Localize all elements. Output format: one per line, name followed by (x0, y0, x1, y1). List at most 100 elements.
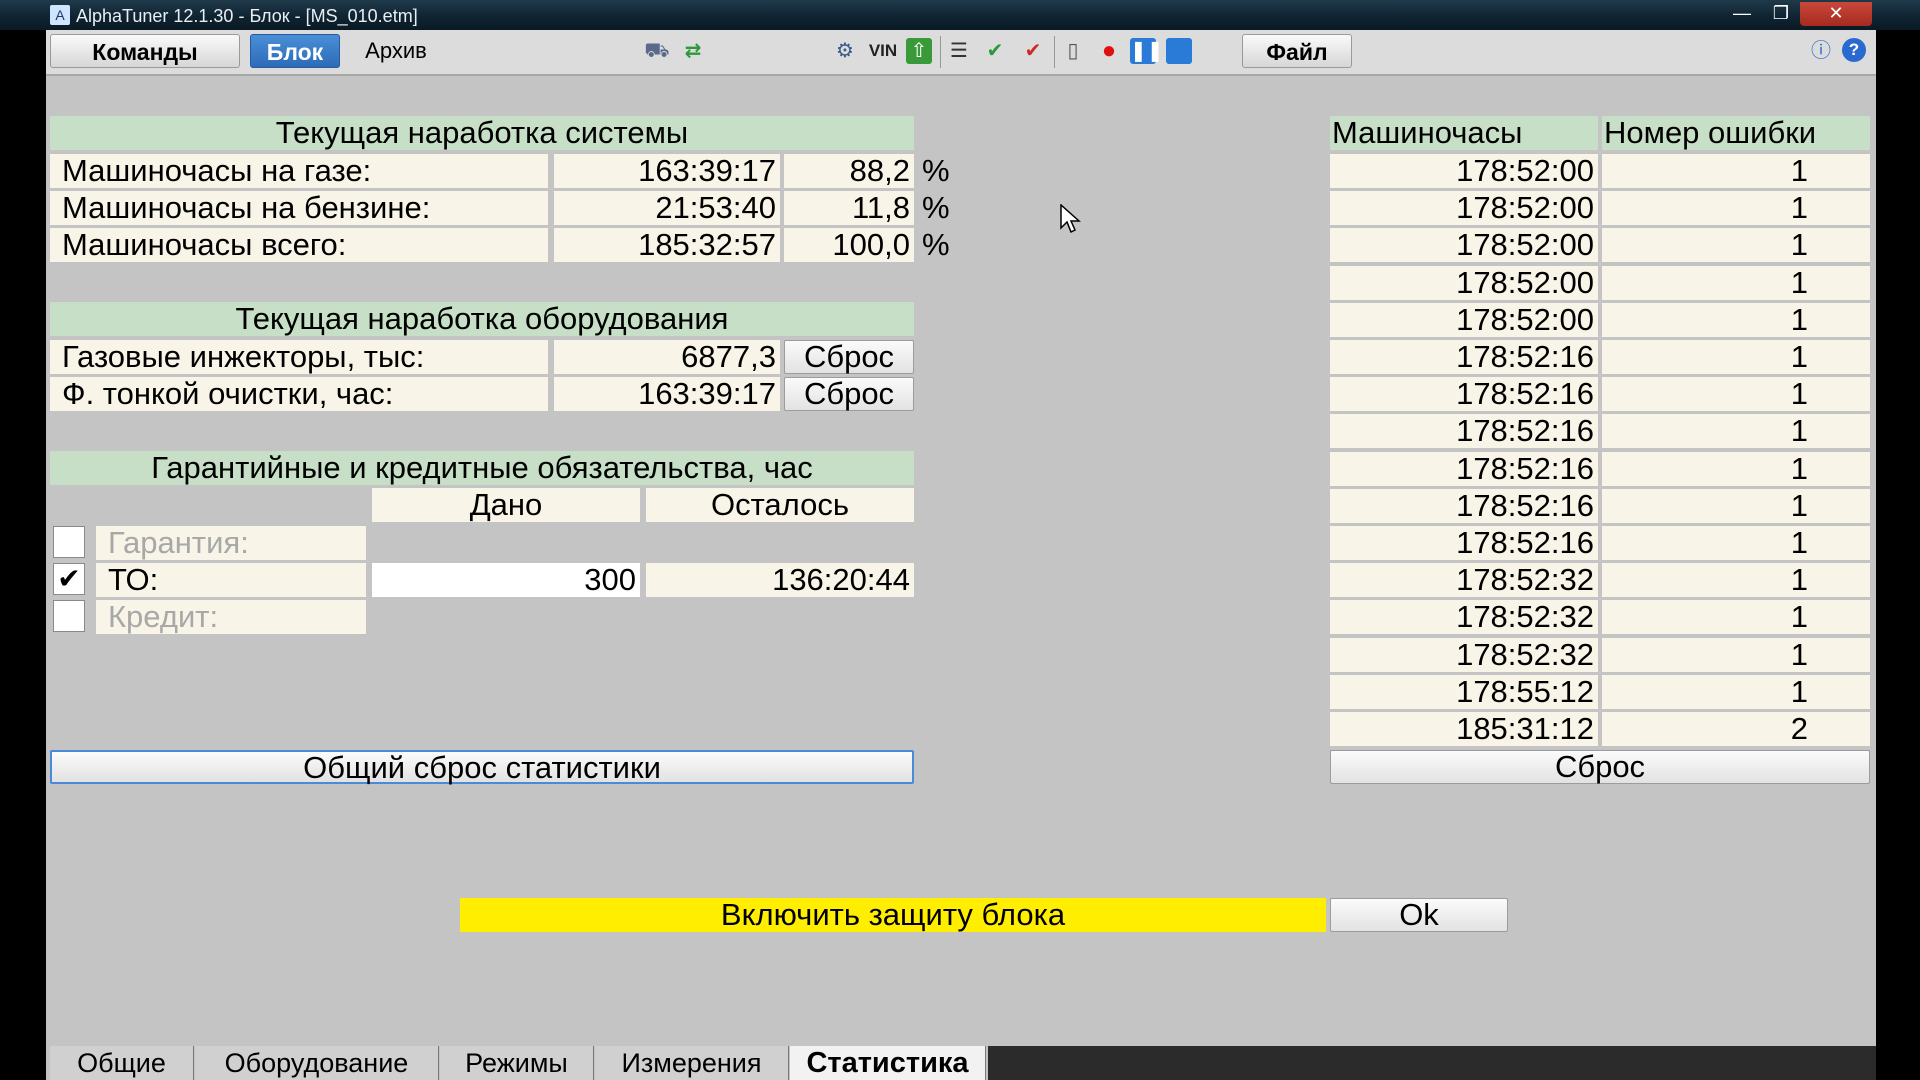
error-code-cell: 1 (1602, 265, 1870, 300)
system-row-value: 21:53:40 (554, 191, 780, 225)
error-hours-cell: 178:52:32 (1330, 637, 1598, 672)
swap-arrows-icon[interactable]: ⇄ (680, 38, 706, 64)
tab-bar-fill (988, 1046, 1876, 1080)
tab-measurements[interactable]: Измерения (595, 1046, 789, 1080)
system-row-label: Машиночасы всего: (50, 228, 548, 262)
error-code-cell: 1 (1602, 526, 1870, 560)
new-document-icon[interactable]: ▯ (1060, 38, 1086, 64)
percent-unit: % (922, 190, 950, 225)
check-icon[interactable]: ✔ (982, 38, 1008, 64)
commands-button[interactable]: Команды (50, 34, 240, 68)
ok-button[interactable]: Ok (1330, 898, 1508, 932)
window-frame-right (1876, 30, 1920, 1080)
system-row-label: Машиночасы на бензине: (50, 191, 548, 225)
minimize-button[interactable]: — (1722, 2, 1762, 26)
toolbar-separator (1054, 36, 1055, 68)
sort-list-icon[interactable]: ☰ (946, 38, 972, 64)
tab-general[interactable]: Общие (50, 1046, 194, 1080)
equipment-row-value: 6877,3 (554, 340, 780, 374)
error-code-cell: 2 (1602, 712, 1870, 746)
error-code-cell: 1 (1602, 228, 1870, 263)
error-hours-cell: 185:31:12 (1330, 712, 1598, 746)
equipment-row-value: 163:39:17 (554, 377, 780, 411)
error-code-cell: 1 (1602, 302, 1870, 337)
credit-checkbox[interactable] (53, 600, 85, 632)
system-row-value: 185:32:57 (554, 228, 780, 262)
error-hours-cell: 178:52:32 (1330, 563, 1598, 598)
bottom-tab-bar: Общие Оборудование Режимы Измерения Стат… (46, 1046, 1876, 1080)
toolbar: Команды Блок Архив ⛟ ⇄ ⚙ VIN ⇧ ☰ ✔ ✔ ▯ ●… (46, 30, 1876, 76)
hours-column-header: Машиночасы (1330, 116, 1598, 150)
file-button[interactable]: Файл (1242, 34, 1352, 68)
error-hours-cell: 178:52:00 (1330, 265, 1598, 300)
error-code-cell: 1 (1602, 414, 1870, 449)
given-column-header: Дано (372, 488, 640, 522)
info-icon[interactable]: ⓘ (1808, 38, 1834, 64)
system-row-percent: 100,0 (784, 228, 914, 262)
percent-unit: % (922, 227, 950, 262)
app-icon: A (50, 5, 70, 25)
errors-reset-button[interactable]: Сброс (1330, 750, 1870, 784)
tab-modes[interactable]: Режимы (440, 1046, 594, 1080)
equipment-row-label: Газовые инжекторы, тыс: (50, 340, 548, 374)
error-hours-cell: 178:52:16 (1330, 451, 1598, 486)
error-code-cell: 1 (1602, 154, 1870, 188)
enable-block-protection-label[interactable]: Включить защиту блока (460, 898, 1326, 932)
car-connect-icon[interactable]: ⛟ (644, 38, 670, 64)
warranty-checkbox[interactable] (53, 526, 85, 558)
error-hours-cell: 178:52:16 (1330, 377, 1598, 412)
error-code-cell: 1 (1602, 674, 1870, 709)
pause-icon[interactable]: ❚❚ (1130, 38, 1164, 64)
system-row-value: 163:39:17 (554, 154, 780, 188)
record-icon[interactable]: ● (1096, 38, 1122, 64)
equipment-header: Текущая наработка оборудования (50, 302, 914, 336)
maintenance-checkbox[interactable]: ✔ (53, 563, 85, 595)
maximize-button[interactable]: ❐ (1762, 2, 1800, 26)
credit-label: Кредит: (96, 600, 366, 634)
error-code-cell: 1 (1602, 451, 1870, 486)
block-tab-button[interactable]: Блок (250, 34, 340, 68)
close-button[interactable]: ✕ (1800, 2, 1872, 26)
filter-reset-button[interactable]: Сброс (784, 377, 914, 411)
error-hours-cell: 178:52:32 (1330, 600, 1598, 635)
maintenance-given-input[interactable]: 300 (372, 563, 640, 597)
error-code-cell: 1 (1602, 563, 1870, 598)
vin-icon[interactable]: VIN (866, 38, 900, 64)
error-code-cell: 1 (1602, 191, 1870, 226)
system-row-label: Машиночасы на газе: (50, 154, 548, 188)
injectors-reset-button[interactable]: Сброс (784, 340, 914, 374)
reset-all-statistics-button[interactable]: Общий сброс статистики (50, 750, 914, 784)
warranty-header: Гарантийные и кредитные обязательства, ч… (50, 451, 914, 485)
upload-icon[interactable]: ⇧ (906, 38, 932, 64)
maintenance-remaining-value: 136:20:44 (646, 563, 914, 597)
error-hours-cell: 178:52:00 (1330, 302, 1598, 337)
tab-equipment[interactable]: Оборудование (195, 1046, 439, 1080)
toolbar-separator (940, 36, 941, 68)
error-code-column-header: Номер ошибки (1602, 116, 1870, 150)
error-code-cell: 1 (1602, 637, 1870, 672)
check-red-icon[interactable]: ✔ (1020, 38, 1046, 64)
mouse-cursor-icon (1060, 204, 1081, 234)
help-icon[interactable]: ? (1842, 38, 1866, 62)
warranty-label: Гарантия: (96, 526, 366, 560)
maintenance-label: ТО: (96, 563, 366, 597)
error-hours-cell: 178:52:16 (1330, 526, 1598, 560)
error-code-cell: 1 (1602, 340, 1870, 374)
system-header: Текущая наработка системы (50, 116, 914, 150)
error-hours-cell: 178:55:12 (1330, 674, 1598, 709)
system-row-percent: 11,8 (784, 191, 914, 225)
window-title: AlphaTuner 12.1.30 - Блок - [MS_010.etm] (76, 6, 418, 26)
tab-statistics[interactable]: Статистика (790, 1046, 986, 1080)
stop-icon[interactable] (1166, 38, 1192, 64)
error-hours-cell: 178:52:00 (1330, 154, 1598, 188)
percent-unit: % (922, 153, 950, 188)
error-hours-cell: 178:52:16 (1330, 340, 1598, 374)
archive-button[interactable]: Архив (346, 34, 446, 68)
error-code-cell: 1 (1602, 377, 1870, 412)
error-code-cell: 1 (1602, 488, 1870, 523)
remaining-column-header: Осталось (646, 488, 914, 522)
error-hours-cell: 178:52:00 (1330, 191, 1598, 226)
error-hours-cell: 178:52:16 (1330, 414, 1598, 449)
car-settings-icon[interactable]: ⚙ (832, 38, 858, 64)
window-frame-left (0, 30, 46, 1080)
